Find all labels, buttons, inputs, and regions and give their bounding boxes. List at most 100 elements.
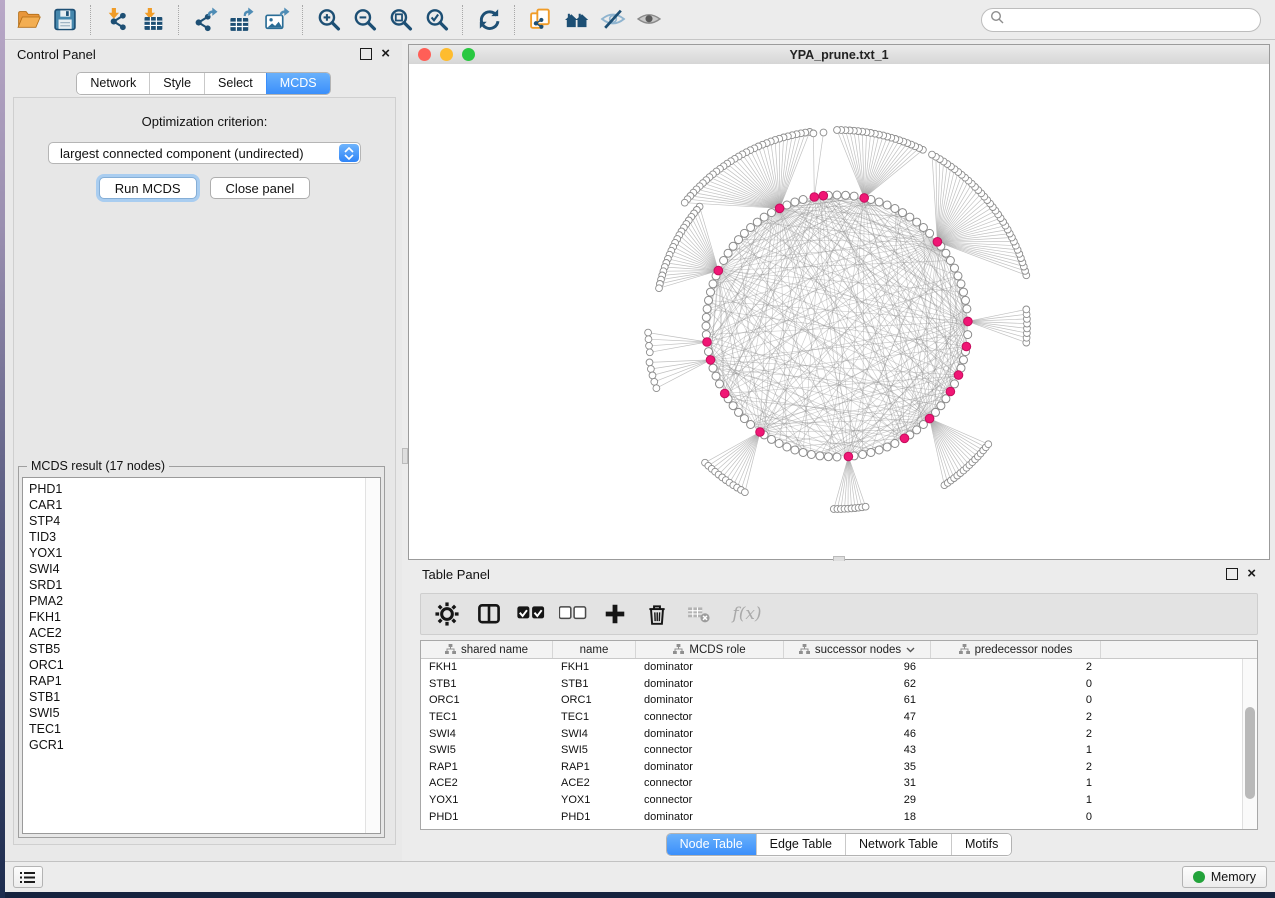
delete-table-button[interactable] <box>685 600 713 628</box>
columns-icon <box>477 602 501 626</box>
open-folder-icon <box>16 7 42 32</box>
mcds-result-item[interactable]: STB5 <box>29 641 365 657</box>
cell-successor_nodes: 29 <box>784 794 931 806</box>
mcds-result-item[interactable]: STB1 <box>29 689 365 705</box>
zoom-out-button[interactable] <box>347 2 383 38</box>
refresh-button[interactable] <box>471 2 507 38</box>
settings-button[interactable] <box>433 600 461 628</box>
show-all-button[interactable] <box>631 2 667 38</box>
column-tree-icon <box>799 644 810 655</box>
mcds-result-item[interactable]: TID3 <box>29 529 365 545</box>
export-image-button[interactable] <box>259 2 295 38</box>
cell-predecessor_nodes: 2 <box>931 761 1101 773</box>
cytoscape-window: Control Panel × NetworkStyleSelectMCDS O… <box>5 0 1275 892</box>
list-icon <box>20 871 36 884</box>
export-network-button[interactable] <box>187 2 223 38</box>
mcds-result-item[interactable]: GCR1 <box>29 737 365 753</box>
tab-edge-table[interactable]: Edge Table <box>756 834 845 855</box>
table-row-ORC1[interactable]: ORC1ORC1dominator610 <box>421 692 1242 709</box>
column-header-predecessor-nodes[interactable]: predecessor nodes <box>931 641 1101 658</box>
columns-button[interactable] <box>475 600 503 628</box>
mcds-result-item[interactable]: RAP1 <box>29 673 365 689</box>
table-row-SWI4[interactable]: SWI4SWI4dominator462 <box>421 725 1242 742</box>
table-scrollbar-thumb[interactable] <box>1245 707 1255 799</box>
cell-name: TEC1 <box>553 711 636 723</box>
mcds-result-item[interactable]: STP4 <box>29 513 365 529</box>
tab-motifs[interactable]: Motifs <box>951 834 1011 855</box>
table-row-TEC1[interactable]: TEC1TEC1connector472 <box>421 709 1242 726</box>
mcds-result-item[interactable]: ORC1 <box>29 657 365 673</box>
deselect-all-button[interactable] <box>559 600 587 628</box>
show-panels-button[interactable] <box>13 866 43 888</box>
column-header-filler <box>1101 641 1257 658</box>
zoom-selected-button[interactable] <box>419 2 455 38</box>
table-row-SWI5[interactable]: SWI5SWI5connector431 <box>421 742 1242 759</box>
mcds-result-item[interactable]: YOX1 <box>29 545 365 561</box>
float-panel-icon[interactable] <box>360 48 372 60</box>
column-header-successor-nodes[interactable]: successor nodes <box>784 641 931 658</box>
tab-style[interactable]: Style <box>149 73 204 94</box>
network-canvas[interactable] <box>409 64 1269 559</box>
import-network-button[interactable] <box>99 2 135 38</box>
close-panel-button[interactable]: Close panel <box>210 177 311 199</box>
hide-selected-button[interactable] <box>595 2 631 38</box>
column-header-name[interactable]: name <box>553 641 636 658</box>
column-tree-icon <box>445 644 456 655</box>
open-folder-button[interactable] <box>11 2 47 38</box>
network-graph[interactable] <box>409 64 1269 559</box>
mcds-result-list[interactable]: PHD1CAR1STP4TID3YOX1SWI4SRD1PMA2FKH1ACE2… <box>22 477 381 834</box>
tab-network-table[interactable]: Network Table <box>845 834 951 855</box>
delete-button[interactable] <box>643 600 671 628</box>
float-table-panel-icon[interactable] <box>1226 568 1238 580</box>
first-neighbors-button[interactable] <box>559 2 595 38</box>
mcds-result-item[interactable]: TEC1 <box>29 721 365 737</box>
tab-network[interactable]: Network <box>77 73 149 94</box>
mcds-list-scrollbar[interactable] <box>365 478 380 833</box>
zoom-in-button[interactable] <box>311 2 347 38</box>
table-row-PHD1[interactable]: PHD1PHD1dominator180 <box>421 808 1242 825</box>
network-window-titlebar[interactable]: YPA_prune.txt_1 <box>409 45 1269 65</box>
cell-successor_nodes: 35 <box>784 761 931 773</box>
column-header-MCDS-role[interactable]: MCDS role <box>636 641 784 658</box>
mcds-result-item[interactable]: FKH1 <box>29 609 365 625</box>
export-table-button[interactable] <box>223 2 259 38</box>
table-scrollbar[interactable] <box>1242 659 1257 829</box>
save-button[interactable] <box>47 2 83 38</box>
table-row-FKH1[interactable]: FKH1FKH1dominator962 <box>421 659 1242 676</box>
cell-successor_nodes: 31 <box>784 777 931 789</box>
select-all-button[interactable] <box>517 600 545 628</box>
table-row-RAP1[interactable]: RAP1RAP1dominator352 <box>421 759 1242 776</box>
table-row-ACE2[interactable]: ACE2ACE2connector311 <box>421 775 1242 792</box>
mcds-result-item[interactable]: PHD1 <box>29 481 365 497</box>
tab-node-table[interactable]: Node Table <box>667 834 756 855</box>
mcds-result-item[interactable]: ACE2 <box>29 625 365 641</box>
table-row-YOX1[interactable]: YOX1YOX1connector291 <box>421 792 1242 809</box>
search-input[interactable] <box>981 8 1261 32</box>
import-table-button[interactable] <box>135 2 171 38</box>
mcds-result-item[interactable]: SWI5 <box>29 705 365 721</box>
memory-button[interactable]: Memory <box>1182 866 1267 888</box>
cell-mcds_role: dominator <box>636 728 784 740</box>
optimization-criterion-select[interactable]: largest connected component (undirected) <box>48 142 361 164</box>
mcds-result-item[interactable]: PMA2 <box>29 593 365 609</box>
mcds-result-item[interactable]: SRD1 <box>29 577 365 593</box>
table-row-STB1[interactable]: STB1STB1dominator620 <box>421 676 1242 693</box>
import-network-icon <box>104 7 130 32</box>
tab-mcds[interactable]: MCDS <box>266 73 330 94</box>
tab-select[interactable]: Select <box>204 73 266 94</box>
add-button[interactable] <box>601 600 629 628</box>
cell-successor_nodes: 62 <box>784 678 931 690</box>
cell-shared_name: RAP1 <box>421 761 553 773</box>
toolbar-separator <box>514 5 516 35</box>
cell-shared_name: ACE2 <box>421 777 553 789</box>
table-toolbar: f(x) <box>420 593 1258 635</box>
close-panel-icon[interactable]: × <box>381 49 390 59</box>
run-mcds-button[interactable]: Run MCDS <box>99 177 197 199</box>
fx-button[interactable]: f(x) <box>727 600 767 628</box>
mcds-result-item[interactable]: CAR1 <box>29 497 365 513</box>
column-header-shared-name[interactable]: shared name <box>421 641 553 658</box>
zoom-fit-button[interactable] <box>383 2 419 38</box>
mcds-result-item[interactable]: SWI4 <box>29 561 365 577</box>
clone-network-button[interactable] <box>523 2 559 38</box>
close-table-panel-icon[interactable]: × <box>1247 569 1256 579</box>
